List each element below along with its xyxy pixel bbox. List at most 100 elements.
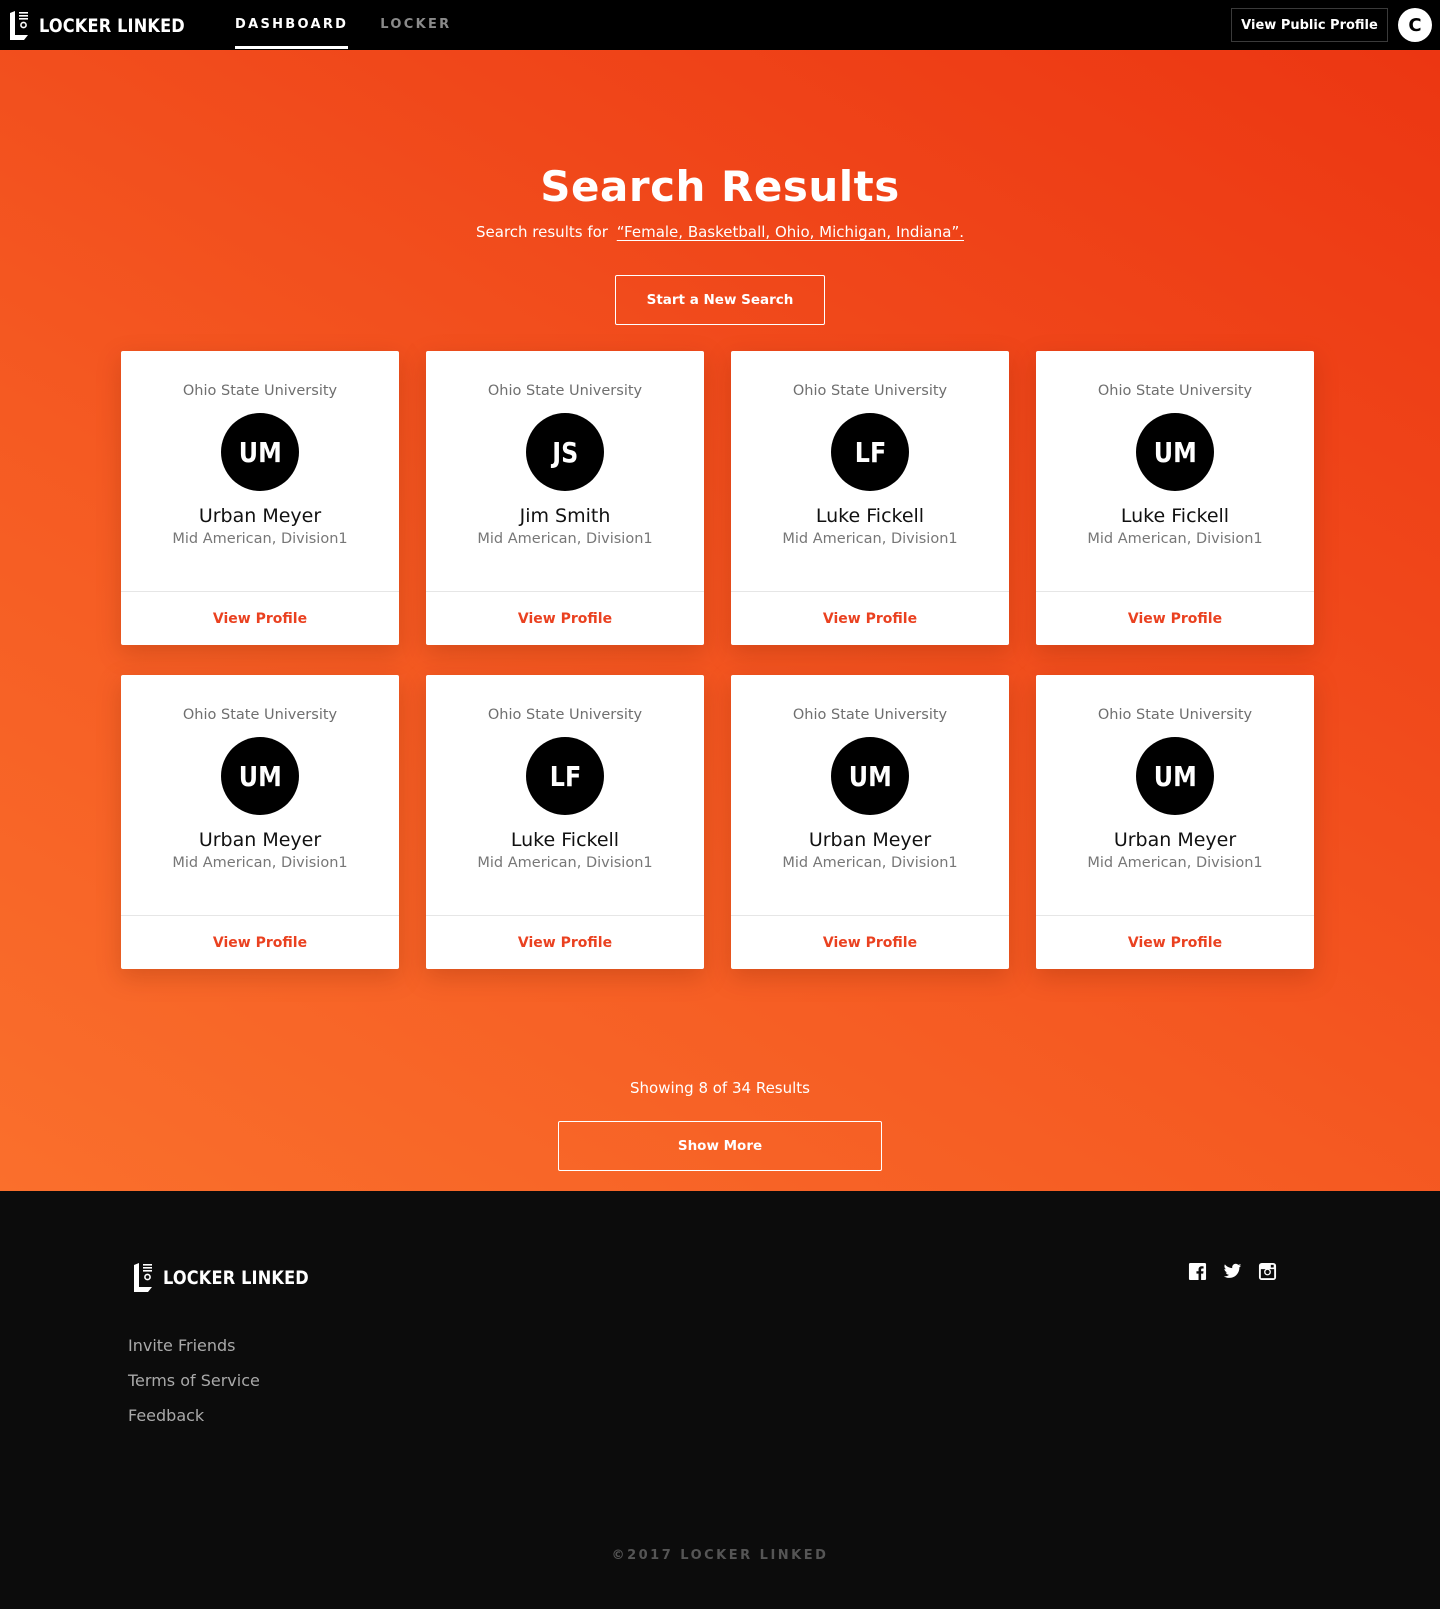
result-card-body: Ohio State University LF Luke Fickell Mi… [731,351,1009,591]
results-count: Showing 8 of 34 Results [630,1079,810,1097]
conference-division: Mid American, Division1 [782,531,958,547]
coach-name: Urban Meyer [1113,829,1237,851]
school-name: Ohio State University [792,383,948,399]
site-footer: LOCKER LINKED Invite Friends Terms of Se… [0,1191,1440,1609]
search-query-link[interactable]: “Female, Basketball, Ohio, Michigan, Ind… [617,223,964,241]
result-card-footer: View Profile [426,591,704,645]
locker-logo-icon [134,1263,152,1292]
coach-name: Urban Meyer [198,829,322,851]
result-card-body: Ohio State University UM Urban Meyer Mid… [121,351,399,591]
result-card-footer: View Profile [1036,915,1314,969]
result-card: Ohio State University UM Urban Meyer Mid… [121,351,399,645]
search-summary-prefix: Search results for [476,223,608,241]
result-card-body: Ohio State University LF Luke Fickell Mi… [426,675,704,915]
footer-brand-logo[interactable]: LOCKER LINKED [133,1262,335,1293]
school-name: Ohio State University [1097,707,1253,723]
avatar-initials: UM [848,759,892,793]
avatar-initials: UM [1153,759,1197,793]
footer-brand-name: LOCKER LINKED [163,1266,309,1289]
result-card-body: Ohio State University UM Urban Meyer Mid… [1036,675,1314,915]
conference-division: Mid American, Division1 [782,855,958,871]
coach-name: Luke Fickell [510,829,620,851]
result-card-body: Ohio State University JS Jim Smith Mid A… [426,351,704,591]
brand-logo[interactable]: LOCKER LINKED [9,10,211,41]
coach-avatar: UM [221,737,299,815]
show-more-button[interactable]: Show More [558,1121,882,1171]
result-card-footer: View Profile [121,915,399,969]
result-card-body: Ohio State University UM Urban Meyer Mid… [731,675,1009,915]
instagram-icon[interactable] [1258,1262,1277,1281]
avatar-initials: UM [1153,435,1197,469]
nav-locker[interactable]: LOCKER [380,0,451,50]
result-card-body: Ohio State University UM Urban Meyer Mid… [121,675,399,915]
view-profile-link[interactable]: View Profile [213,611,307,627]
coach-avatar: JS [526,413,604,491]
coach-name: Jim Smith [519,505,611,527]
coach-name: Luke Fickell [815,505,925,527]
conference-division: Mid American, Division1 [1087,531,1263,547]
coach-avatar: UM [1136,413,1214,491]
footer-link-feedback[interactable]: Feedback [128,1406,260,1428]
view-public-profile-button[interactable]: View Public Profile [1231,8,1388,42]
conference-division: Mid American, Division1 [172,531,348,547]
search-results-section: Search Results Search results for “Femal… [0,50,1440,1191]
result-card: Ohio State University LF Luke Fickell Mi… [426,675,704,969]
coach-avatar: UM [1136,737,1214,815]
footer-link-invite-friends[interactable]: Invite Friends [128,1336,260,1358]
twitter-icon[interactable] [1223,1262,1242,1281]
avatar-initials: LF [549,759,581,793]
user-avatar[interactable]: C [1398,8,1432,42]
school-name: Ohio State University [487,707,643,723]
conference-division: Mid American, Division1 [477,531,653,547]
footer-link-terms-of-service[interactable]: Terms of Service [128,1371,260,1393]
coach-avatar: UM [221,413,299,491]
conference-division: Mid American, Division1 [172,855,348,871]
conference-division: Mid American, Division1 [477,855,653,871]
coach-avatar: LF [526,737,604,815]
social-links [1188,1262,1277,1281]
result-card-footer: View Profile [1036,591,1314,645]
result-card: Ohio State University UM Luke Fickell Mi… [1036,351,1314,645]
avatar-initials: UM [238,435,282,469]
view-profile-link[interactable]: View Profile [823,935,917,951]
coach-name: Urban Meyer [198,505,322,527]
coach-avatar: LF [831,413,909,491]
start-new-search-button[interactable]: Start a New Search [615,275,825,325]
view-profile-link[interactable]: View Profile [518,935,612,951]
result-card-footer: View Profile [731,591,1009,645]
result-card: Ohio State University UM Urban Meyer Mid… [121,675,399,969]
coach-name: Luke Fickell [1120,505,1230,527]
result-card: Ohio State University UM Urban Meyer Mid… [1036,675,1314,969]
results-grid: Ohio State University UM Urban Meyer Mid… [121,351,1317,969]
result-card: Ohio State University LF Luke Fickell Mi… [731,351,1009,645]
top-navbar: LOCKER LINKED DASHBOARD LOCKER View Publ… [0,0,1440,50]
school-name: Ohio State University [182,707,338,723]
avatar-initials: UM [238,759,282,793]
result-card: Ohio State University JS Jim Smith Mid A… [426,351,704,645]
view-profile-link[interactable]: View Profile [213,935,307,951]
result-card-body: Ohio State University UM Luke Fickell Mi… [1036,351,1314,591]
copyright: ©2017 LOCKER LINKED [611,1548,829,1563]
main-nav: DASHBOARD LOCKER [235,0,451,50]
coach-avatar: UM [831,737,909,815]
conference-division: Mid American, Division1 [1087,855,1263,871]
view-profile-link[interactable]: View Profile [1128,935,1222,951]
result-card-footer: View Profile [426,915,704,969]
nav-dashboard[interactable]: DASHBOARD [235,0,349,50]
avatar-initials: JS [551,435,579,469]
search-summary: Search results for “Female, Basketball, … [0,223,1440,241]
facebook-icon[interactable] [1188,1262,1207,1281]
view-profile-link[interactable]: View Profile [518,611,612,627]
page-title: Search Results [540,162,900,211]
school-name: Ohio State University [487,383,643,399]
footer-links: Invite Friends Terms of Service Feedback [128,1336,260,1428]
view-profile-link[interactable]: View Profile [1128,611,1222,627]
brand-name: LOCKER LINKED [39,14,185,37]
view-profile-link[interactable]: View Profile [823,611,917,627]
result-card-footer: View Profile [731,915,1009,969]
coach-name: Urban Meyer [808,829,932,851]
school-name: Ohio State University [182,383,338,399]
locker-logo-icon [10,11,28,40]
result-card: Ohio State University UM Urban Meyer Mid… [731,675,1009,969]
avatar-initials: LF [854,435,886,469]
